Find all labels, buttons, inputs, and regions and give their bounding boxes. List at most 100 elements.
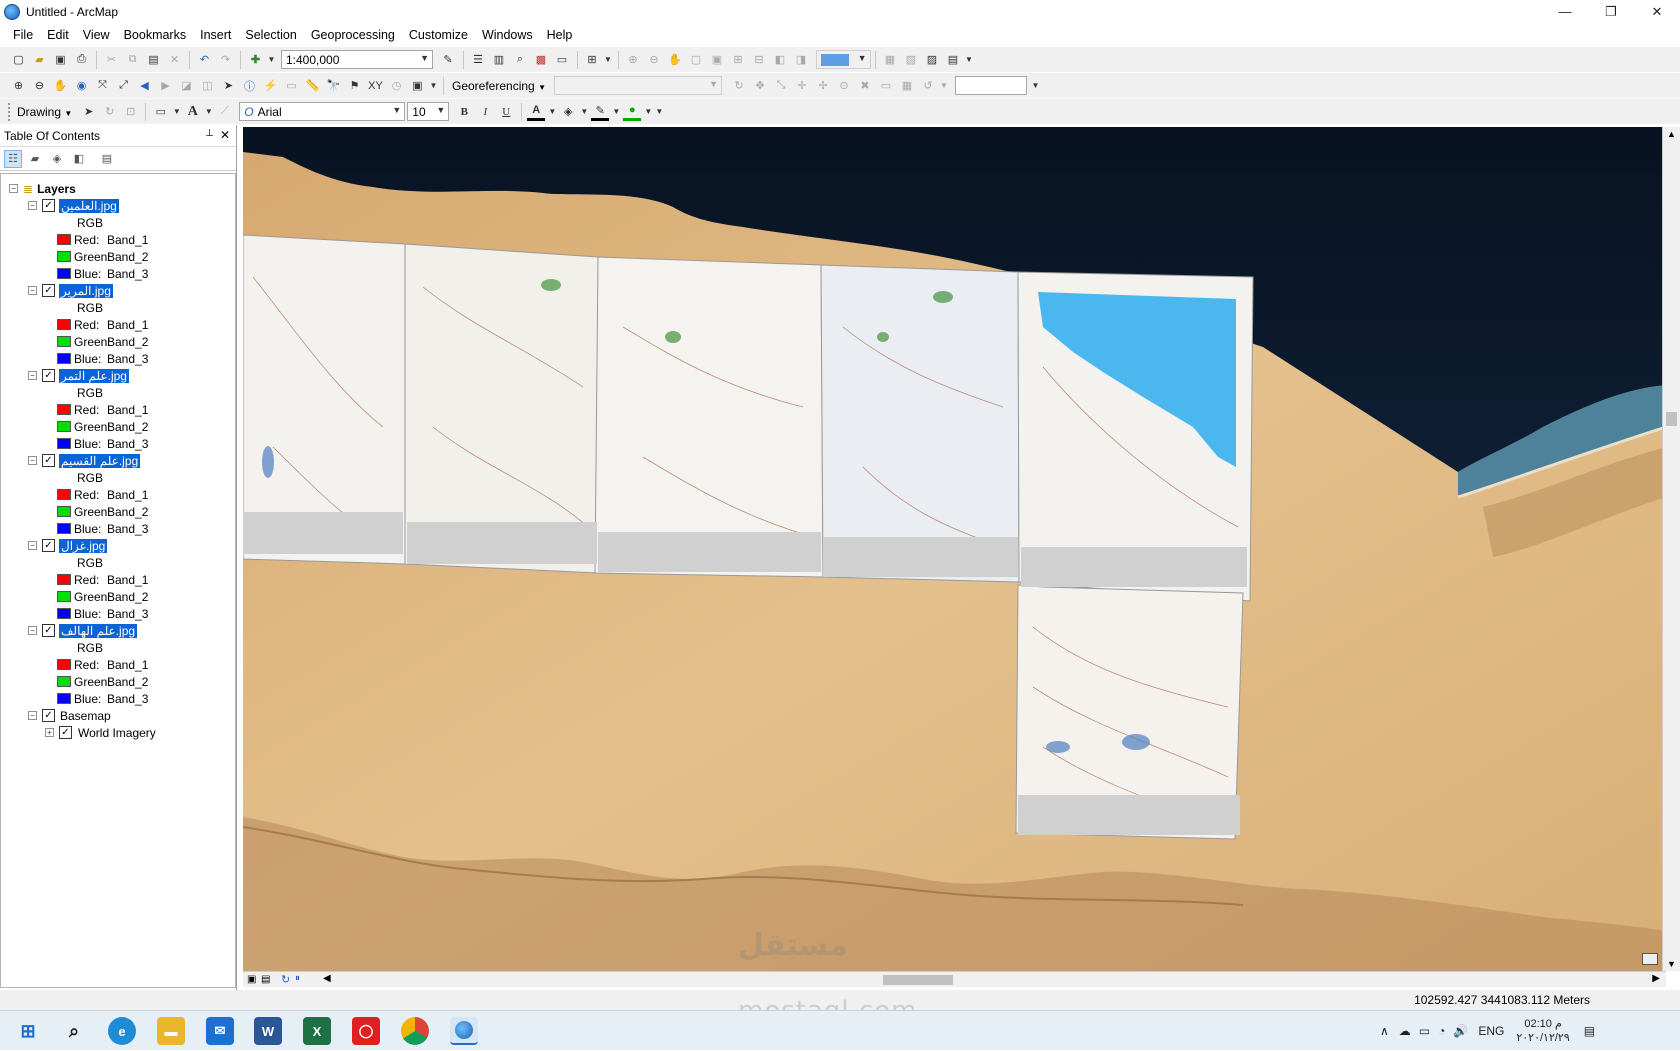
undo-icon[interactable]: ↶ xyxy=(196,51,214,69)
editor-toolbar-icon[interactable]: ✎ xyxy=(439,51,457,69)
map-scale-combo[interactable]: 1:400,000 ▼ xyxy=(281,50,433,69)
fixed-zoom-out-icon[interactable]: ⊟ xyxy=(750,51,768,69)
map-view[interactable] xyxy=(243,127,1666,971)
rotate-icon[interactable]: ↻ xyxy=(730,77,748,95)
html-popup-icon[interactable]: ▭ xyxy=(283,77,301,95)
collapse-layers-toggle[interactable]: − xyxy=(9,184,18,193)
toolbar-grip[interactable] xyxy=(8,102,13,121)
layout-zoom-combo[interactable]: ▼ xyxy=(815,50,871,69)
basemap-visibility-checkbox[interactable]: ✓ xyxy=(42,709,55,722)
layer-visibility-checkbox[interactable]: ✓ xyxy=(42,284,55,297)
menu-bookmarks[interactable]: Bookmarks xyxy=(117,28,194,42)
menu-view[interactable]: View xyxy=(76,28,117,42)
data-frame-name[interactable]: Layers xyxy=(37,182,76,196)
previous-extent-icon[interactable]: ◧ xyxy=(771,51,789,69)
create-viewer-window-icon[interactable]: ▣ xyxy=(409,77,427,95)
edit-vertices-icon[interactable]: ⟋ xyxy=(216,103,234,121)
zoom-100-icon[interactable]: ▣ xyxy=(708,51,726,69)
copy-icon[interactable]: ⧉ xyxy=(124,51,142,69)
layout-zoom-in-icon[interactable]: ⊕ xyxy=(624,51,642,69)
band-color-swatch[interactable] xyxy=(57,506,71,517)
fixed-zoom-in-icon[interactable]: ⤧ xyxy=(94,77,112,95)
layer-visibility-checkbox[interactable]: ✓ xyxy=(42,624,55,637)
chevron-right-icon[interactable]: ▶ xyxy=(1652,973,1660,984)
go-to-xy-icon[interactable]: XY xyxy=(367,77,385,95)
font-size-combo[interactable]: 10 ▼ xyxy=(407,102,450,121)
basemap-layer-name[interactable]: Basemap xyxy=(60,709,111,723)
chevron-down-icon[interactable]: ▼ xyxy=(604,51,612,69)
chevron-down-icon[interactable]: ▼ xyxy=(268,51,276,69)
world-imagery-layer-name[interactable]: World Imagery xyxy=(78,726,156,740)
hyperlink-icon[interactable]: ⚡ xyxy=(262,77,280,95)
georef-extra-input[interactable] xyxy=(955,76,1028,95)
layout-pan-icon[interactable]: ✋ xyxy=(666,51,684,69)
band-color-swatch[interactable] xyxy=(57,591,71,602)
chevron-up-icon[interactable]: ▲ xyxy=(1667,129,1676,139)
layout-view-toggle-icon[interactable] xyxy=(1642,953,1658,965)
save-icon[interactable]: ▣ xyxy=(52,51,70,69)
redo-icon[interactable]: ↷ xyxy=(217,51,235,69)
wifi-icon[interactable]: ◔ xyxy=(1438,1024,1445,1038)
onedrive-icon[interactable]: ☁ xyxy=(1399,1024,1411,1038)
arcmap-taskbar-icon[interactable] xyxy=(450,1017,478,1045)
menu-windows[interactable]: Windows xyxy=(475,28,540,42)
menu-edit[interactable]: Edit xyxy=(40,28,76,42)
zoom-in-icon[interactable]: ⊕ xyxy=(10,77,28,95)
battery-icon[interactable]: ▭ xyxy=(1419,1024,1430,1038)
band-color-swatch[interactable] xyxy=(57,438,71,449)
layer-name[interactable]: علم القسيم.jpg xyxy=(59,453,141,468)
layer-name[interactable]: العلمين.jpg xyxy=(59,198,119,213)
identify-icon[interactable]: ⓘ xyxy=(241,77,259,95)
clear-selection-icon[interactable]: ◫ xyxy=(199,77,217,95)
go-forward-extent-icon[interactable]: ▶ xyxy=(157,77,175,95)
layer-visibility-checkbox[interactable]: ✓ xyxy=(42,454,55,467)
layer-name[interactable]: المرير.jpg xyxy=(59,283,113,298)
layer-name[interactable]: علم التمر.jpg xyxy=(59,368,129,383)
data-driven-pages-icon[interactable]: ▤ xyxy=(944,51,962,69)
go-back-extent-icon[interactable]: ◀ xyxy=(136,77,154,95)
collapse-layer-toggle[interactable]: − xyxy=(28,286,37,295)
minimize-button[interactable]: — xyxy=(1542,0,1588,23)
menu-selection[interactable]: Selection xyxy=(238,28,303,42)
fill-color-icon[interactable]: ◈ xyxy=(559,103,577,121)
python-window-icon[interactable]: ▭ xyxy=(553,51,571,69)
band-color-swatch[interactable] xyxy=(57,608,71,619)
time-slider-icon[interactable]: ◷ xyxy=(388,77,406,95)
chevron-down-icon[interactable]: ▼ xyxy=(580,103,588,121)
notifications-icon[interactable]: ▤ xyxy=(1584,1024,1595,1038)
chevron-down-icon[interactable]: ▼ xyxy=(205,103,213,121)
layer-name[interactable]: علم الهالف.jpg xyxy=(59,623,138,638)
layer-visibility-checkbox[interactable]: ✓ xyxy=(42,369,55,382)
italic-button[interactable]: I xyxy=(476,103,494,121)
line-color-icon[interactable]: ✎ xyxy=(591,103,610,121)
band-color-swatch[interactable] xyxy=(57,489,71,500)
expand-world-imagery-toggle[interactable]: + xyxy=(45,728,54,737)
band-color-swatch[interactable] xyxy=(57,404,71,415)
band-color-swatch[interactable] xyxy=(57,234,71,245)
toggle-draft-mode-icon[interactable]: ▦ xyxy=(881,51,899,69)
chevron-left-icon[interactable]: ◀ xyxy=(323,973,331,984)
band-color-swatch[interactable] xyxy=(57,523,71,534)
rectangle-icon[interactable]: ▭ xyxy=(152,103,170,121)
band-color-swatch[interactable] xyxy=(57,319,71,330)
chevron-down-icon[interactable]: ▼ xyxy=(644,103,652,121)
search-icon[interactable]: ⌕ xyxy=(60,1017,88,1045)
scroll-thumb[interactable] xyxy=(883,975,953,985)
layer-visibility-checkbox[interactable]: ✓ xyxy=(42,539,55,552)
select-elements-icon[interactable]: ➤ xyxy=(220,77,238,95)
clock[interactable]: 02:10 م ٢٠٢٠/١٢/٢٩ xyxy=(1516,1017,1569,1045)
band-color-swatch[interactable] xyxy=(57,693,71,704)
start-menu-icon[interactable]: ⊞ xyxy=(14,1017,42,1045)
band-color-swatch[interactable] xyxy=(57,421,71,432)
mail-icon[interactable]: ✉ xyxy=(206,1017,234,1045)
chevron-down-icon[interactable]: ▼ xyxy=(1031,77,1040,95)
scroll-thumb[interactable] xyxy=(1666,412,1677,426)
add-data-icon[interactable]: ✚ xyxy=(247,51,265,69)
catalog-window-icon[interactable]: ▥ xyxy=(490,51,508,69)
language-indicator[interactable]: ENG xyxy=(1478,1024,1504,1038)
bold-button[interactable]: B xyxy=(455,103,473,121)
paste-icon[interactable]: ▤ xyxy=(145,51,163,69)
chevron-down-icon[interactable]: ▼ xyxy=(612,103,620,121)
layer-visibility-checkbox[interactable]: ✓ xyxy=(42,199,55,212)
font-color-icon[interactable]: A xyxy=(527,103,546,121)
